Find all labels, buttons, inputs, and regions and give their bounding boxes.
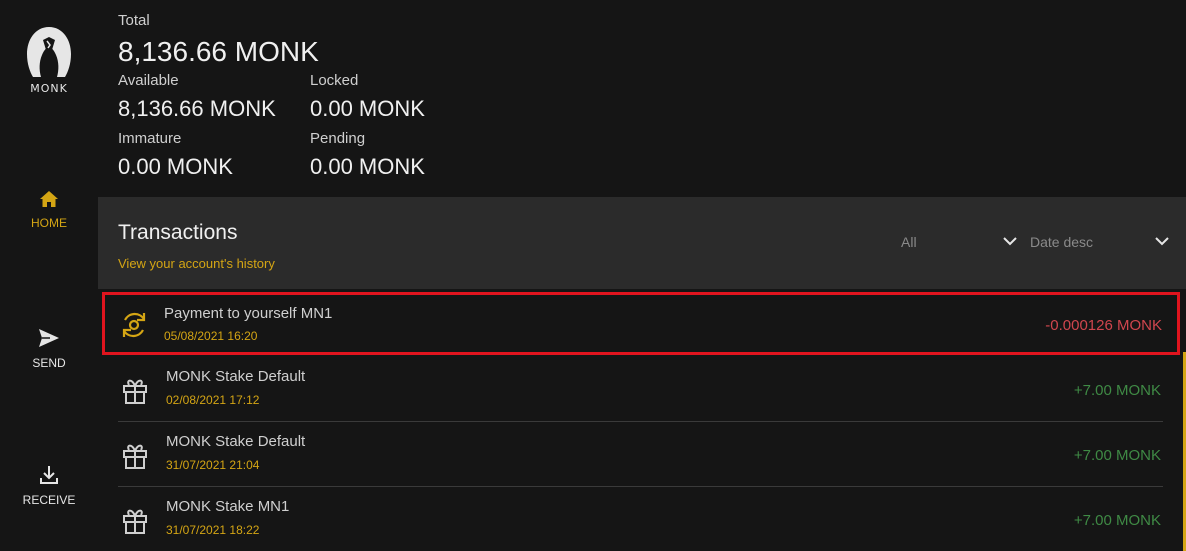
transactions-subtitle: View your account's history bbox=[118, 256, 275, 271]
pending-value: 0.00 MONK bbox=[310, 154, 425, 179]
balance-summary: Total 8,136.66 MONK Available 8,136.66 M… bbox=[118, 0, 718, 196]
transactions-header: Transactions View your account's history… bbox=[98, 197, 1186, 289]
nav-send-label: SEND bbox=[32, 356, 66, 370]
home-icon bbox=[40, 191, 58, 207]
transaction-date: 05/08/2021 16:20 bbox=[164, 329, 258, 343]
main-content: Total 8,136.66 MONK Available 8,136.66 M… bbox=[98, 0, 1186, 551]
transaction-row[interactable]: MONK Stake Default 02/08/2021 17:12 +7.0… bbox=[118, 357, 1163, 422]
download-icon bbox=[40, 466, 58, 484]
chevron-down-icon bbox=[1003, 237, 1017, 246]
nav-home-label: HOME bbox=[31, 216, 67, 230]
available-value: 8,136.66 MONK bbox=[118, 96, 276, 121]
type-filter-value: All bbox=[901, 234, 917, 250]
type-filter-select[interactable]: All bbox=[901, 234, 1018, 250]
self-payment-icon bbox=[122, 312, 146, 338]
transaction-date: 31/07/2021 21:04 bbox=[166, 458, 260, 472]
available-label: Available bbox=[118, 72, 179, 89]
locked-label: Locked bbox=[310, 72, 359, 89]
transaction-row[interactable]: Payment to yourself MN1 05/08/2021 16:20… bbox=[102, 292, 1180, 355]
immature-label: Immature bbox=[118, 130, 182, 147]
total-value: 8,136.66 MONK bbox=[118, 36, 319, 67]
transaction-amount: +7.00 MONK bbox=[1073, 512, 1161, 529]
transaction-name: MONK Stake Default bbox=[166, 433, 306, 450]
monk-hood-icon bbox=[27, 27, 71, 77]
nav-send[interactable]: SEND bbox=[0, 328, 98, 370]
sidebar: MONK HOME SEND RECEIVE bbox=[0, 0, 98, 551]
transaction-name: Payment to yourself MN1 bbox=[164, 305, 333, 322]
transaction-amount: +7.00 MONK bbox=[1073, 447, 1161, 464]
logo-text: MONK bbox=[30, 82, 68, 95]
transaction-row[interactable]: MONK Stake Default 31/07/2021 21:04 +7.0… bbox=[118, 422, 1163, 487]
nav-receive-label: RECEIVE bbox=[22, 493, 76, 507]
locked-value: 0.00 MONK bbox=[310, 96, 425, 121]
gift-icon bbox=[123, 444, 147, 469]
transaction-date: 02/08/2021 17:12 bbox=[166, 393, 260, 407]
send-icon bbox=[39, 329, 59, 347]
total-label: Total bbox=[118, 12, 150, 29]
gift-icon bbox=[123, 379, 147, 404]
transaction-name: MONK Stake Default bbox=[166, 368, 306, 385]
transaction-amount: +7.00 MONK bbox=[1073, 382, 1161, 399]
sort-value: Date desc bbox=[1030, 234, 1094, 250]
nav-receive[interactable]: RECEIVE bbox=[0, 465, 98, 507]
transaction-row[interactable]: MONK Stake MN1 31/07/2021 18:22 +7.00 MO… bbox=[118, 487, 1163, 551]
monk-logo: MONK bbox=[18, 24, 80, 95]
gift-icon bbox=[123, 509, 147, 534]
nav-home[interactable]: HOME bbox=[0, 190, 98, 230]
chevron-down-icon bbox=[1155, 237, 1169, 246]
transaction-name: MONK Stake MN1 bbox=[166, 498, 290, 515]
transaction-amount: -0.000126 MONK bbox=[1045, 317, 1162, 334]
transaction-date: 31/07/2021 18:22 bbox=[166, 523, 260, 537]
pending-label: Pending bbox=[310, 130, 366, 147]
transactions-list: Payment to yourself MN1 05/08/2021 16:20… bbox=[98, 289, 1186, 551]
immature-value: 0.00 MONK bbox=[118, 154, 233, 179]
sort-select[interactable]: Date desc bbox=[1030, 234, 1170, 250]
transactions-title: Transactions bbox=[118, 221, 238, 244]
